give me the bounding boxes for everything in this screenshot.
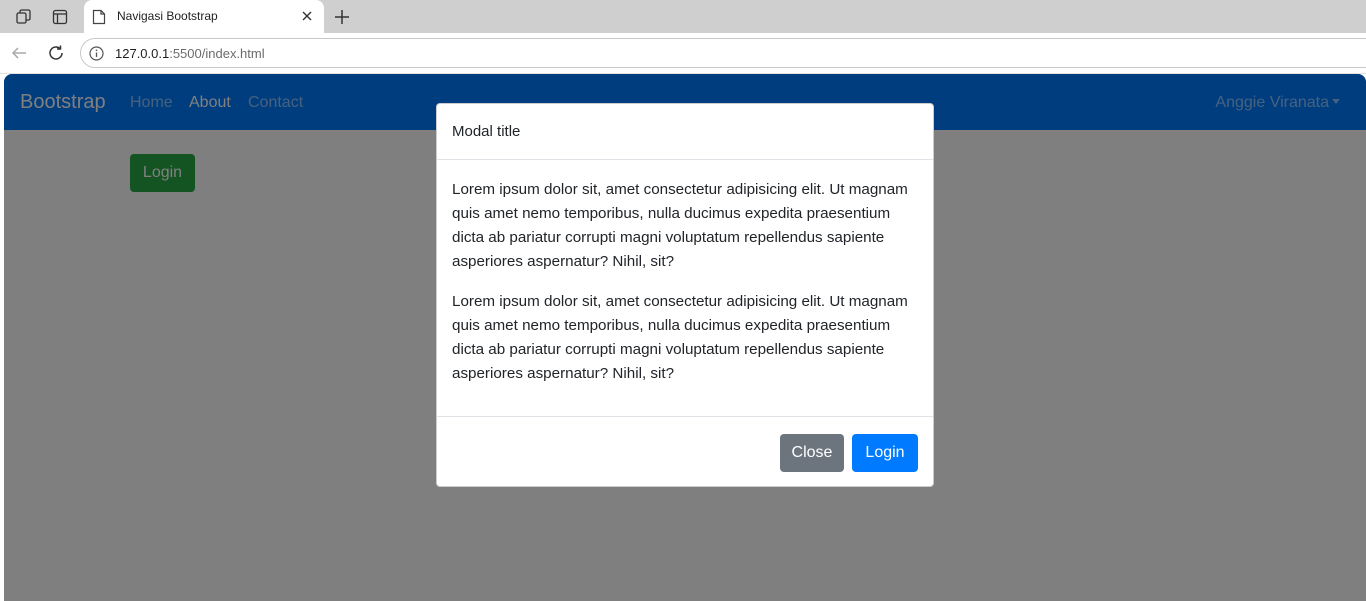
modal-dialog: Modal title Lorem ipsum dolor sit, amet … [436,103,934,487]
site-info-icon[interactable] [89,46,104,61]
page-favicon-icon [92,9,106,25]
modal-body: Lorem ipsum dolor sit, amet consectetur … [452,178,918,402]
modal-title: Modal title [452,123,521,140]
url-field[interactable]: 127.0.0.1:5500/index.html [80,38,1366,68]
workspaces-icon[interactable] [12,5,36,29]
browser-tab-bar: Navigasi Bootstrap [0,0,1366,33]
modal-paragraph: Lorem ipsum dolor sit, amet consectetur … [452,293,908,382]
url-host: 127.0.0.1 [115,46,170,61]
url-path: :5500/index.html [169,46,265,61]
url-text: 127.0.0.1:5500/index.html [115,46,265,61]
modal-login-button[interactable]: Login [852,434,918,472]
back-icon[interactable] [7,41,31,65]
tab-actions-icon[interactable] [48,5,72,29]
modal-header: Modal title [437,104,933,160]
browser-tab[interactable]: Navigasi Bootstrap [84,0,324,33]
modal-paragraph: Lorem ipsum dolor sit, amet consectetur … [452,181,908,270]
address-bar-row: 127.0.0.1:5500/index.html [0,33,1366,74]
close-button[interactable]: Close [780,434,844,472]
modal-footer: Close Login [437,416,933,487]
new-tab-icon[interactable] [330,5,354,29]
tab-title: Navigasi Bootstrap [117,9,218,23]
reload-icon[interactable] [44,41,68,65]
tab-close-icon[interactable] [299,8,315,24]
